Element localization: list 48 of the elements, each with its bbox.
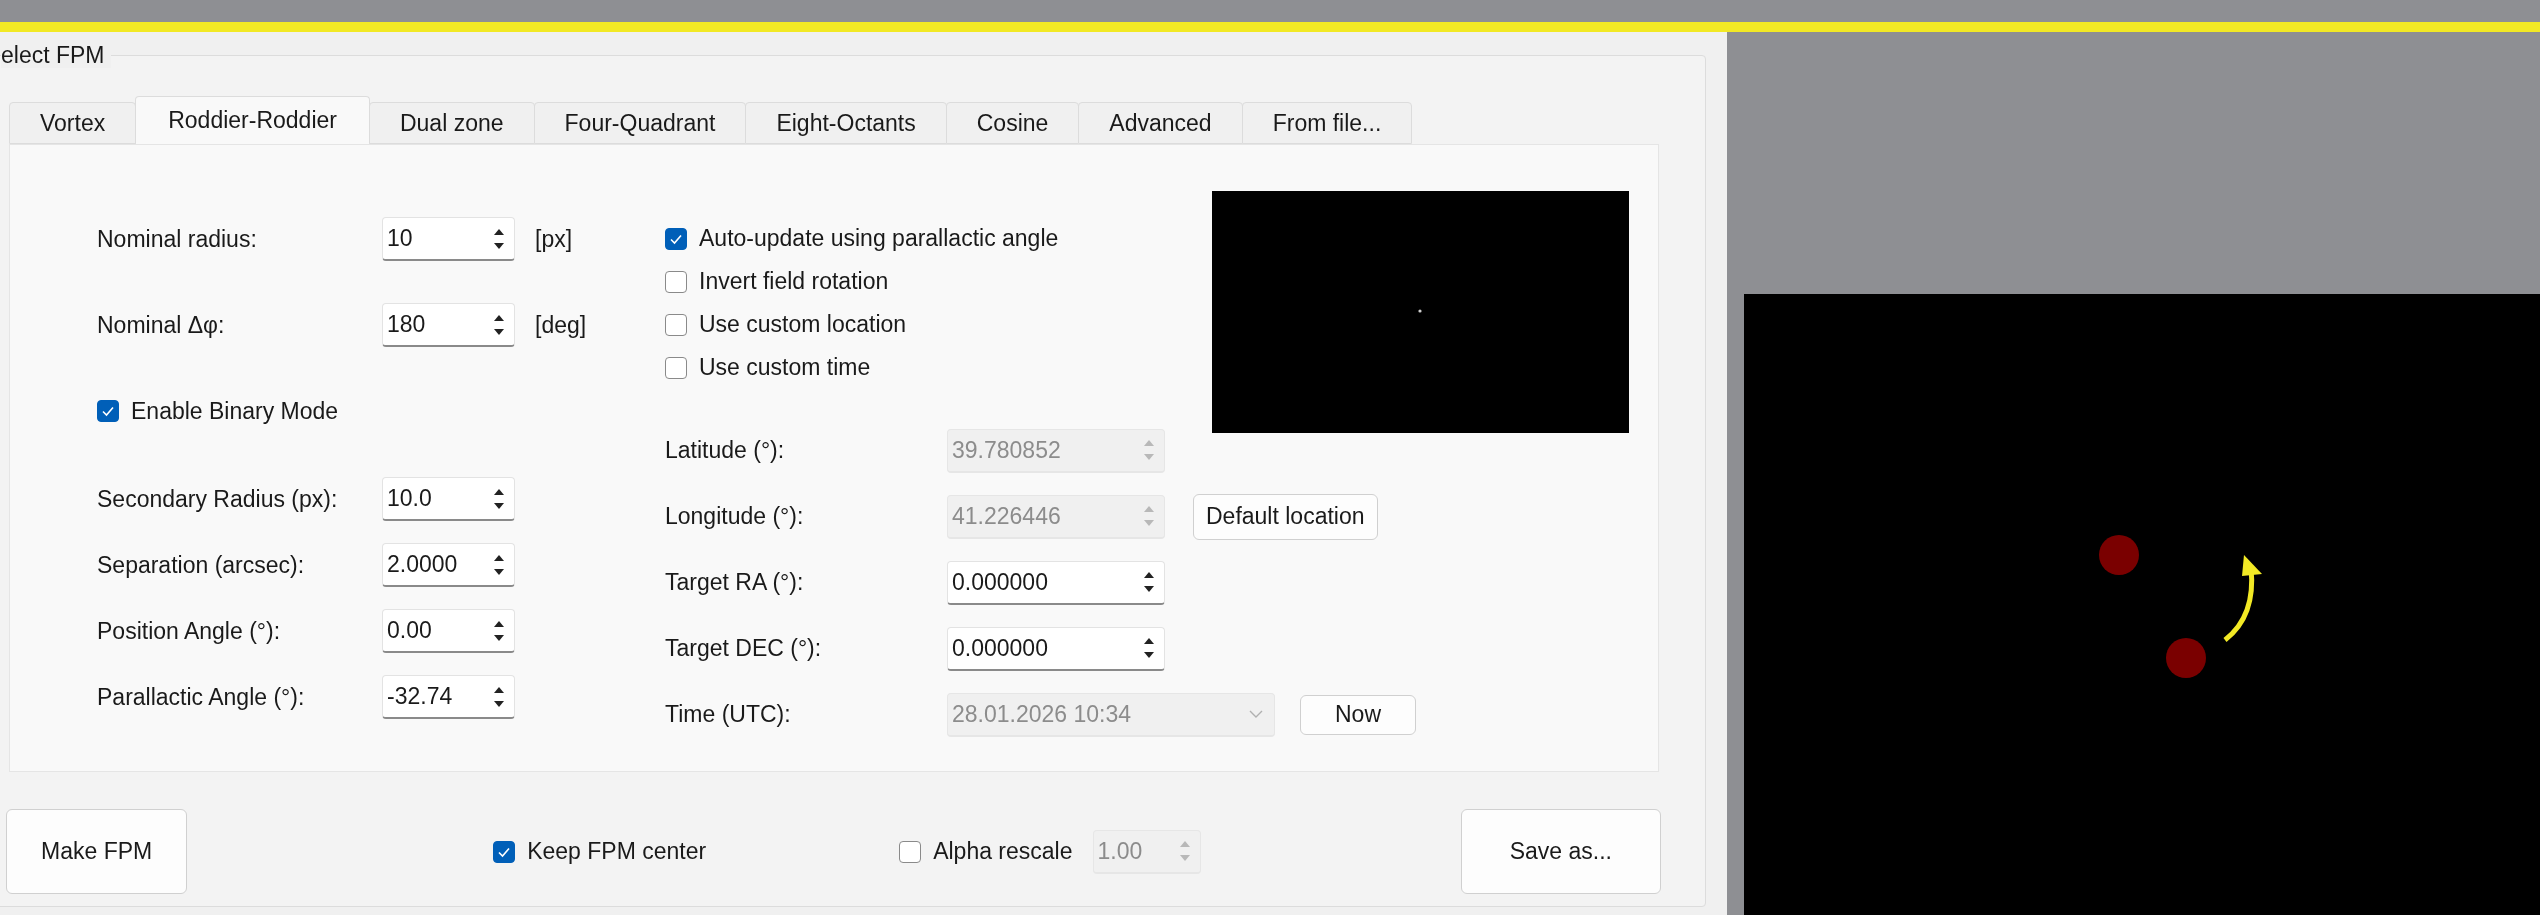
- checkbox-label: Invert field rotation: [699, 268, 889, 295]
- checkbox-label: Alpha rescale: [933, 838, 1073, 865]
- checkbox-label: Keep FPM center: [527, 838, 707, 865]
- spin-box[interactable]: 10.0: [382, 477, 515, 521]
- tab[interactable]: Cosine: [945, 102, 1080, 144]
- spin-box[interactable]: 0.00: [382, 609, 515, 653]
- tab[interactable]: Roddier-Roddier: [135, 96, 370, 144]
- star-dot: [2166, 638, 2206, 678]
- field-label: Target RA (°):: [665, 569, 805, 596]
- field-label: Nominal Δφ:: [97, 311, 226, 339]
- checkbox[interactable]: [665, 356, 687, 379]
- check-icon: [101, 404, 115, 418]
- tab[interactable]: Vortex: [9, 102, 137, 144]
- field-label: Latitude (°):: [665, 437, 786, 464]
- unit-label: [px]: [535, 225, 573, 253]
- save-as-button[interactable]: Save as...: [1460, 809, 1661, 894]
- star-dot: [2099, 535, 2139, 575]
- tab[interactable]: Eight-Octants: [745, 102, 947, 144]
- spin-box[interactable]: 10: [382, 217, 515, 261]
- field-label: Target DEC (°):: [665, 635, 823, 662]
- tab[interactable]: Advanced: [1078, 102, 1243, 144]
- unit-label: [deg]: [535, 311, 587, 339]
- field-label: Position Angle (°):: [97, 617, 282, 645]
- chevron-down-icon: [1248, 709, 1264, 719]
- checkbox[interactable]: [493, 840, 516, 863]
- tab[interactable]: Dual zone: [368, 102, 535, 144]
- checkbox[interactable]: [665, 227, 687, 250]
- field-label: Parallactic Angle (°):: [97, 683, 306, 711]
- tab[interactable]: From file...: [1241, 102, 1413, 144]
- checkbox-label: Use custom time: [699, 354, 871, 381]
- spin-box[interactable]: -32.74: [382, 675, 515, 719]
- checkbox-label: Use custom location: [699, 311, 907, 338]
- tab[interactable]: Four-Quadrant: [533, 102, 747, 144]
- field-label: Separation (arcsec):: [97, 551, 306, 579]
- field-label: Time (UTC):: [665, 701, 792, 728]
- field-label: Longitude (°):: [665, 503, 805, 530]
- checkbox[interactable]: [665, 313, 687, 336]
- spin-box[interactable]: 0.000000: [947, 626, 1165, 671]
- checkbox-label: Auto-update using parallactic angle: [699, 225, 1059, 252]
- checkbox-label: Enable Binary Mode: [131, 397, 339, 425]
- checkbox[interactable]: [97, 400, 119, 422]
- make-fpm-button[interactable]: Make FPM: [6, 809, 188, 894]
- spin-box[interactable]: 180: [382, 303, 515, 347]
- spin-box[interactable]: 2.0000: [382, 543, 515, 587]
- field-label: Nominal radius:: [97, 225, 258, 253]
- spin-box[interactable]: 0.000000: [947, 560, 1165, 605]
- field-label: Secondary Radius (px):: [97, 485, 339, 513]
- checkbox[interactable]: [665, 270, 687, 293]
